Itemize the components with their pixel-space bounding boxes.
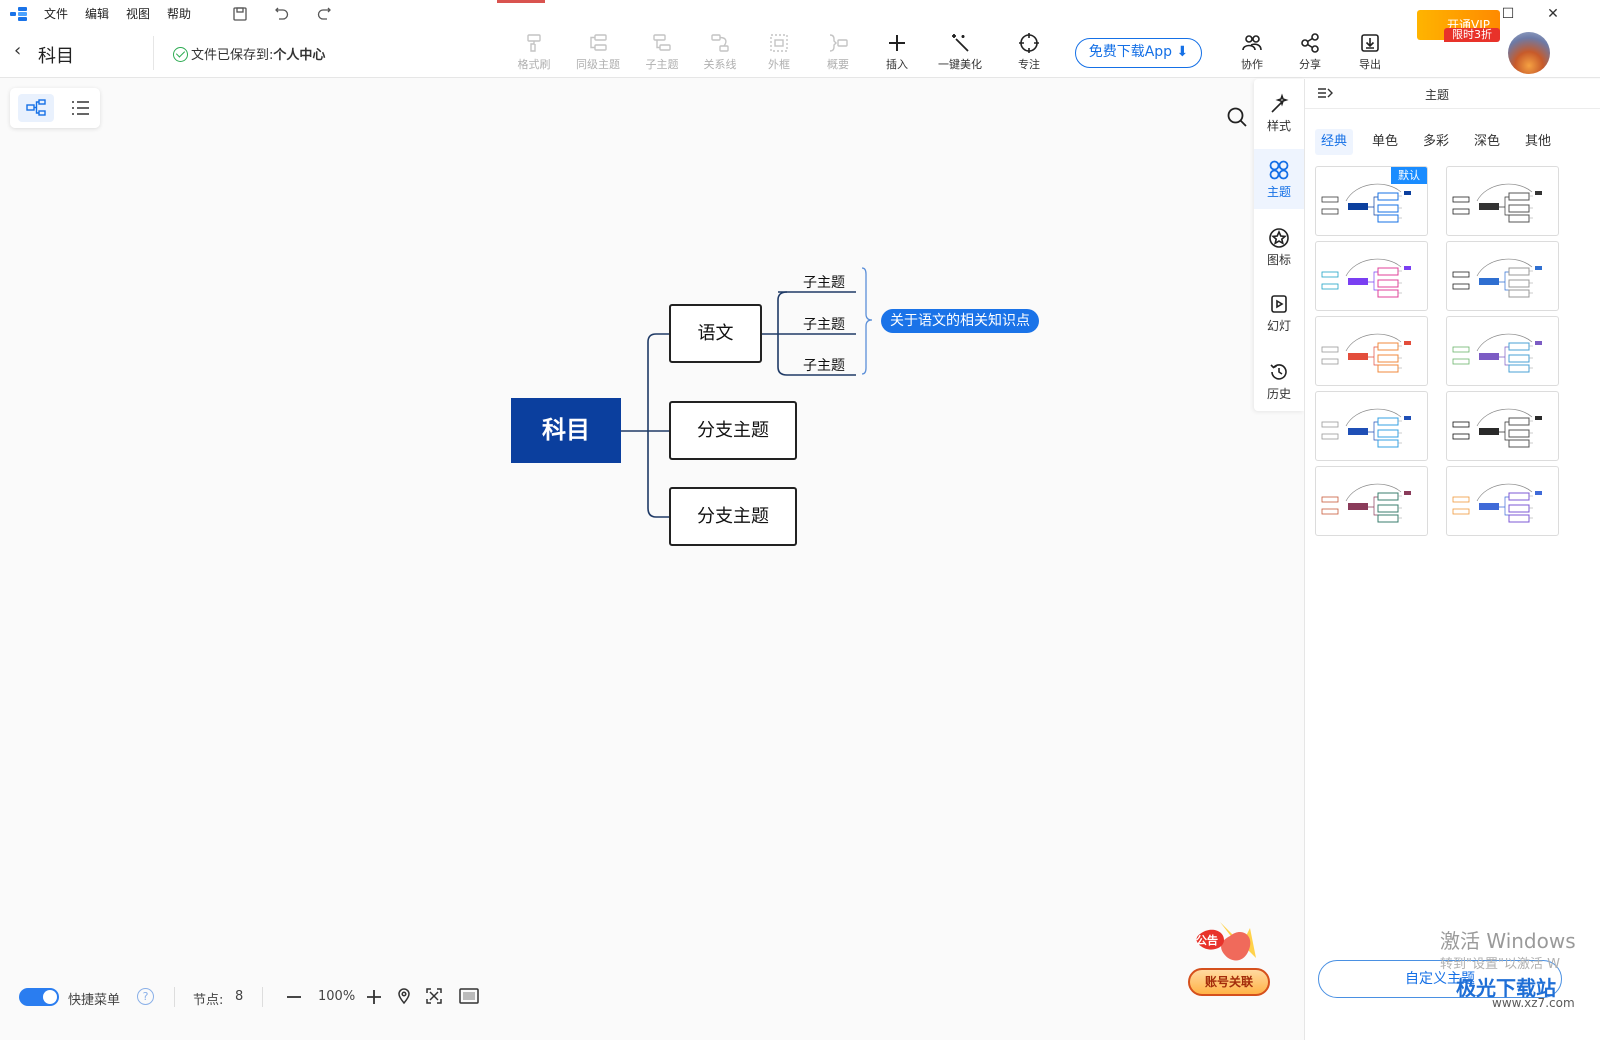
zoom-out-icon[interactable] bbox=[285, 988, 303, 1006]
share-button[interactable]: 分享 bbox=[1283, 32, 1337, 76]
strip-slideshow[interactable]: 幻灯 bbox=[1254, 283, 1304, 343]
crown-icon bbox=[1425, 42, 1445, 57]
branch-topic[interactable]: 分支主题 bbox=[669, 401, 797, 460]
account-link-button[interactable]: 账号关联 bbox=[1188, 968, 1270, 996]
theme-thumbnail[interactable] bbox=[1446, 316, 1559, 386]
zoom-level: 100% bbox=[318, 989, 356, 1004]
action-label: 导出 bbox=[1359, 58, 1381, 71]
style-icon bbox=[1271, 93, 1289, 113]
theme-preview bbox=[1452, 408, 1542, 448]
strip-label: 样式 bbox=[1266, 119, 1291, 133]
windows-activation-hint: 转到"设置"以激活 W bbox=[1440, 957, 1560, 972]
summary-topic[interactable]: 关于语文的相关知识点 bbox=[881, 309, 1039, 333]
help-icon[interactable]: ? bbox=[137, 988, 154, 1005]
strip-theme[interactable]: 主题 bbox=[1254, 149, 1304, 209]
tab-mono[interactable]: 单色 bbox=[1366, 129, 1404, 155]
export-icon bbox=[1361, 34, 1379, 52]
minimap-icon[interactable] bbox=[459, 987, 479, 1005]
subtopic[interactable]: 子主题 bbox=[795, 355, 853, 375]
tab-colorful[interactable]: 多彩 bbox=[1417, 129, 1455, 155]
vip-discount-badge: 限时3折 bbox=[1444, 28, 1500, 42]
theme-thumbnail[interactable] bbox=[1446, 241, 1559, 311]
announcement-label: 公告 bbox=[1196, 934, 1218, 947]
locate-icon[interactable] bbox=[395, 987, 413, 1005]
panel-title: 主题 bbox=[1424, 88, 1449, 102]
site-watermark-url: www.xz7.com bbox=[1492, 996, 1575, 1010]
slideshow-icon bbox=[1271, 295, 1287, 313]
theme-preview bbox=[1452, 483, 1542, 523]
theme-preview bbox=[1321, 483, 1411, 523]
theme-thumbnail[interactable]: 默认 bbox=[1315, 166, 1428, 236]
strip-icons[interactable]: 图标 bbox=[1254, 217, 1304, 277]
strip-label: 主题 bbox=[1266, 185, 1291, 199]
default-badge: 默认 bbox=[1391, 167, 1427, 184]
theme-thumbnail[interactable] bbox=[1315, 466, 1428, 536]
theme-thumbnail[interactable] bbox=[1446, 466, 1559, 536]
history-icon bbox=[1270, 364, 1287, 380]
status-bar: 快捷菜单 ? 节点: 8 100% bbox=[0, 980, 1304, 1012]
export-button[interactable]: 导出 bbox=[1343, 32, 1397, 76]
subtopic[interactable]: 子主题 bbox=[795, 272, 853, 292]
action-label: 分享 bbox=[1299, 58, 1321, 71]
theme-thumbnail[interactable] bbox=[1315, 391, 1428, 461]
branch-topic[interactable]: 分支主题 bbox=[669, 487, 797, 546]
theme-preview bbox=[1452, 258, 1542, 298]
branch-topic[interactable]: 语文 bbox=[669, 304, 762, 363]
theme-preview bbox=[1321, 408, 1411, 448]
strip-label: 历史 bbox=[1266, 387, 1291, 401]
mindmap-connectors bbox=[621, 267, 873, 518]
theme-thumbnail[interactable] bbox=[1315, 241, 1428, 311]
quick-menu-toggle[interactable] bbox=[19, 988, 59, 1006]
avatar[interactable] bbox=[1508, 32, 1550, 74]
theme-tabs: 经典 单色 多彩 深色 其他 bbox=[1315, 129, 1595, 155]
subtopic[interactable]: 子主题 bbox=[795, 314, 853, 334]
strip-history[interactable]: 历史 bbox=[1254, 351, 1304, 411]
panel-header: 主题 bbox=[1305, 79, 1600, 109]
node-count-label: 节点: bbox=[193, 993, 224, 1008]
status-divider bbox=[174, 987, 175, 1007]
theme-preview bbox=[1452, 333, 1542, 373]
strip-label: 图标 bbox=[1266, 253, 1291, 267]
strip-label: 幻灯 bbox=[1266, 319, 1291, 333]
theme-thumbnail[interactable] bbox=[1446, 166, 1559, 236]
root-topic[interactable]: 科目 bbox=[511, 398, 621, 463]
status-divider bbox=[262, 987, 263, 1007]
theme-thumbnail[interactable] bbox=[1315, 316, 1428, 386]
zoom-in-icon[interactable] bbox=[365, 988, 383, 1006]
node-count-value: 8 bbox=[235, 989, 244, 1004]
quick-menu-label: 快捷菜单 bbox=[68, 993, 121, 1008]
strip-style[interactable]: 样式 bbox=[1254, 83, 1304, 143]
theme-preview bbox=[1321, 258, 1411, 298]
share-icon bbox=[1301, 33, 1319, 53]
announcement-widget[interactable]: 公告 账号关联 bbox=[1186, 918, 1276, 998]
tab-classic[interactable]: 经典 bbox=[1315, 129, 1354, 155]
theme-thumbnail[interactable] bbox=[1446, 391, 1559, 461]
theme-preview bbox=[1452, 183, 1542, 223]
theme-preview bbox=[1321, 333, 1411, 373]
theme-panel: 主题 经典 单色 多彩 深色 其他 默认 bbox=[1304, 79, 1600, 1040]
icon-library-icon bbox=[1269, 228, 1289, 248]
tab-other[interactable]: 其他 bbox=[1519, 129, 1557, 155]
tab-dark[interactable]: 深色 bbox=[1468, 129, 1506, 155]
close-button[interactable]: ✕ bbox=[1538, 2, 1568, 26]
windows-activation-watermark: 激活 Windows bbox=[1440, 929, 1576, 953]
side-tool-strip: 样式 主题 图标 幻灯 历史 bbox=[1254, 79, 1304, 411]
fit-screen-icon[interactable] bbox=[425, 987, 443, 1005]
theme-icon bbox=[1269, 160, 1289, 180]
